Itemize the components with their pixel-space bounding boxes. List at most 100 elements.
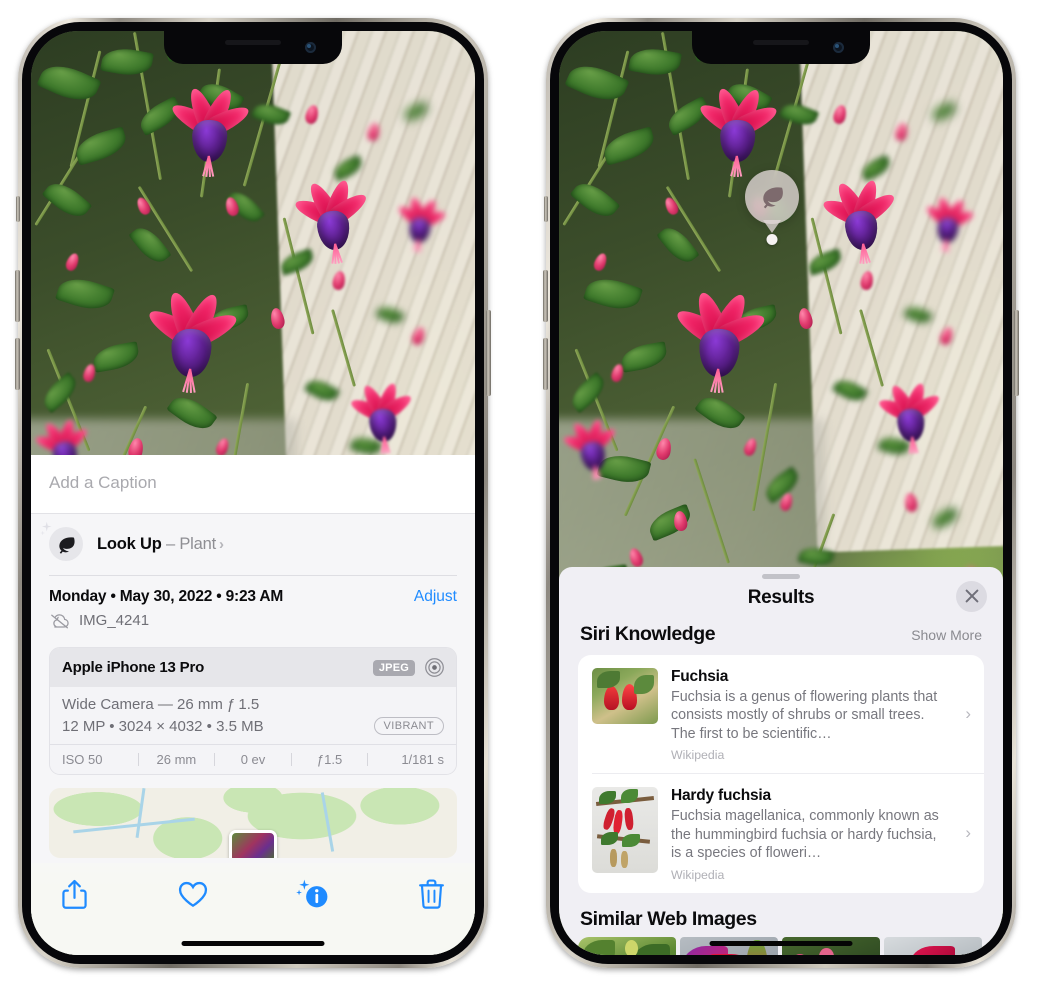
exif-value: 1/181 s [401, 752, 444, 767]
plant-leaf [36, 57, 102, 109]
plant-leaf [832, 375, 869, 406]
home-indicator[interactable] [181, 941, 325, 946]
flower-bud [894, 122, 910, 143]
exif-value: ISO 50 [62, 752, 103, 767]
hardy-fuchsia-thumbnail [592, 787, 658, 874]
chevron-right-icon: › [965, 823, 971, 843]
siri-knowledge-header: Siri Knowledge Show More [559, 623, 1003, 655]
plant-leaf [778, 98, 820, 130]
visual-look-up-bubble[interactable] [745, 169, 800, 245]
fuchsia-flower [396, 195, 447, 253]
fuchsia-flower [696, 85, 781, 178]
look-up-bubble-circle[interactable] [745, 169, 800, 224]
photo-location-map[interactable] [49, 788, 457, 858]
flower-bud [366, 122, 382, 143]
fuchsia-thumbnail [592, 667, 658, 724]
display-notch [164, 31, 342, 64]
plant-leaf [250, 98, 292, 130]
similar-web-images-title: Similar Web Images [580, 907, 757, 930]
caption-row[interactable]: Add a Caption [31, 455, 475, 514]
volume-up-button[interactable] [543, 270, 548, 322]
screenshot-stage: Add a Caption Look Up – Plant › Monday •… [0, 0, 1055, 985]
plant-leaf [565, 371, 610, 414]
show-more-button[interactable]: Show More [911, 627, 982, 643]
flower-bud [410, 325, 427, 346]
plant-leaf [619, 341, 669, 373]
power-button[interactable] [1014, 310, 1019, 396]
web-image-4[interactable] [884, 936, 982, 955]
volume-down-button[interactable] [543, 338, 548, 390]
plant-leaf [304, 375, 341, 406]
power-button[interactable] [486, 310, 491, 396]
flower-bud [268, 307, 286, 331]
camera-model: Apple iPhone 13 Pro [62, 659, 205, 676]
home-indicator[interactable] [709, 941, 853, 946]
close-button[interactable] [956, 580, 987, 612]
camera-card-body: Wide Camera — 26 mm ƒ 1.5 12 MP • 3024 ×… [50, 687, 456, 744]
mute-switch[interactable] [544, 196, 548, 222]
knowledge-description: Fuchsia magellanica, commonly known as t… [671, 808, 939, 862]
chevron-right-icon: › [218, 535, 224, 553]
flower-bud [662, 195, 680, 217]
plant-leaf [375, 303, 406, 328]
look-up-subject: Plant [179, 534, 216, 553]
volume-down-button[interactable] [15, 338, 20, 390]
plant-leaf [582, 272, 643, 317]
knowledge-source: Wikipedia [671, 748, 725, 763]
mute-switch[interactable] [16, 196, 20, 222]
fuchsia-flower [144, 288, 241, 394]
plant-leaf [930, 507, 960, 530]
delete-button[interactable] [415, 877, 449, 911]
left-phone-screen: Add a Caption Look Up – Plant › Monday •… [31, 31, 475, 955]
plant-leaf [930, 101, 958, 122]
knowledge-body: Fuchsia Fuchsia is a genus of flowering p… [671, 668, 970, 762]
right-phone-device: Results Siri Knowledge Show More Fuchsia… [543, 18, 1019, 968]
similar-web-images-header: Similar Web Images [559, 893, 1003, 937]
knowledge-title: Hardy fuchsia [671, 787, 771, 805]
fuchsia-flower [292, 176, 371, 263]
map-photo-pin[interactable] [229, 830, 277, 858]
knowledge-source: Wikipedia [671, 867, 725, 882]
camera-info-card: Apple iPhone 13 Pro JPEG Wide Camera — 2… [49, 647, 457, 775]
plant-leaf [600, 125, 658, 166]
volume-up-button[interactable] [15, 270, 20, 322]
caption-input[interactable]: Add a Caption [49, 473, 457, 493]
bubble-tail [763, 219, 782, 233]
plant-leaf [54, 272, 115, 317]
flower-bud [591, 251, 609, 273]
chevron-right-icon: › [965, 704, 971, 724]
adjust-button[interactable]: Adjust [414, 588, 457, 606]
plant-stem [693, 458, 730, 564]
knowledge-row[interactable]: Hardy fuchsia Fuchsia magellanica, common… [592, 773, 984, 892]
plant-leaf [37, 371, 82, 414]
info-button[interactable] [295, 877, 330, 911]
plant-leaf [91, 341, 141, 373]
close-icon [965, 590, 978, 603]
siri-knowledge-title: Siri Knowledge [580, 622, 716, 645]
look-up-row[interactable]: Look Up – Plant › [31, 514, 475, 575]
knowledge-title: Fuchsia [671, 667, 729, 685]
exif-value: ƒ1.5 [316, 752, 343, 767]
info-sparkle-icon [295, 879, 328, 907]
web-image-1[interactable] [578, 936, 676, 955]
siri-knowledge-card: Fuchsia Fuchsia is a genus of flowering p… [578, 654, 984, 893]
fuchsia-flower [672, 288, 769, 394]
format-badge: JPEG [372, 659, 415, 676]
flower-bud [938, 325, 955, 346]
exif-value: 0 ev [240, 752, 266, 767]
photo-filename: IMG_4241 [79, 612, 150, 629]
plant-stem [858, 309, 884, 388]
knowledge-row[interactable]: Fuchsia Fuchsia is a genus of flowering p… [578, 655, 984, 773]
favorite-button[interactable] [176, 877, 210, 911]
fuchsia-flower [820, 176, 899, 263]
flower-bud [63, 251, 81, 273]
lens-info: Wide Camera — 26 mm ƒ 1.5 [62, 696, 260, 713]
share-button[interactable] [57, 877, 91, 911]
trash-icon [419, 879, 445, 909]
plant-leaf [277, 247, 316, 276]
earpiece-speaker [225, 40, 281, 45]
photo-info-sheet: Add a Caption Look Up – Plant › Monday •… [31, 455, 475, 955]
look-up-badge [40, 521, 83, 561]
front-camera [305, 42, 316, 53]
leaf-icon [763, 187, 783, 209]
